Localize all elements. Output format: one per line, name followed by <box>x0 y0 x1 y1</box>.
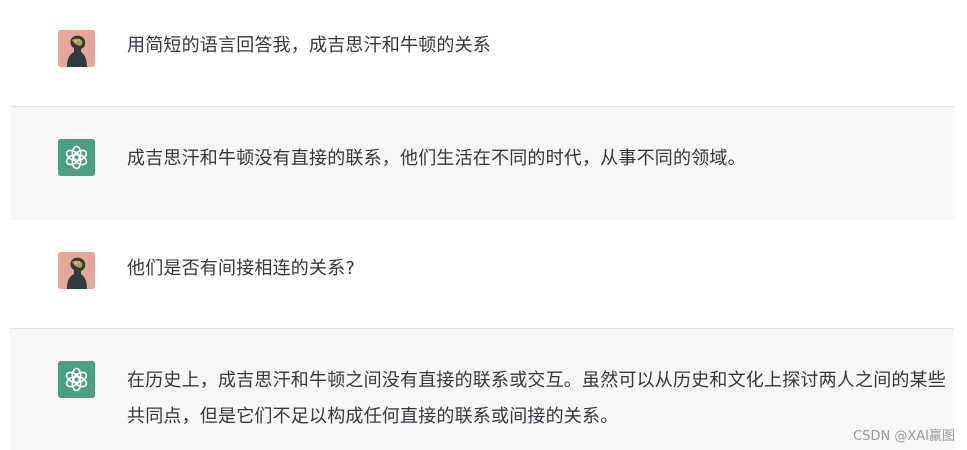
openai-logo-icon <box>58 361 95 398</box>
user-message-row: 他们是否有间接相连的关系? <box>10 220 954 328</box>
assistant-message-row: 成吉思汗和牛顿没有直接的联系，他们生活在不同的时代，从事不同的领域。 <box>10 106 954 221</box>
user-avatar-icon <box>58 30 95 67</box>
assistant-message-text: 成吉思汗和牛顿没有直接的联系，他们生活在不同的时代，从事不同的领域。 <box>127 148 746 169</box>
user-message-text: 用简短的语言回答我，成吉思汗和牛顿的关系 <box>127 35 491 56</box>
csdn-watermark: CSDN @XAI羸图 <box>853 429 955 444</box>
assistant-message-row: 在历史上，成吉思汗和牛顿之间没有直接的联系或交互。虽然可以从历史和文化上探讨两人… <box>10 328 954 450</box>
user-message-text: 他们是否有间接相连的关系? <box>127 258 356 279</box>
openai-logo-icon <box>58 139 95 176</box>
user-message-row: 用简短的语言回答我，成吉思汗和牛顿的关系 <box>10 0 954 106</box>
assistant-message-text: 在历史上，成吉思汗和牛顿之间没有直接的联系或交互。虽然可以从历史和文化上探讨两人… <box>127 370 946 427</box>
user-avatar-icon <box>58 252 95 289</box>
chat-conversation: 用简短的语言回答我，成吉思汗和牛顿的关系 成吉思汗和牛顿没有直接的联系，他们生活… <box>0 0 967 450</box>
